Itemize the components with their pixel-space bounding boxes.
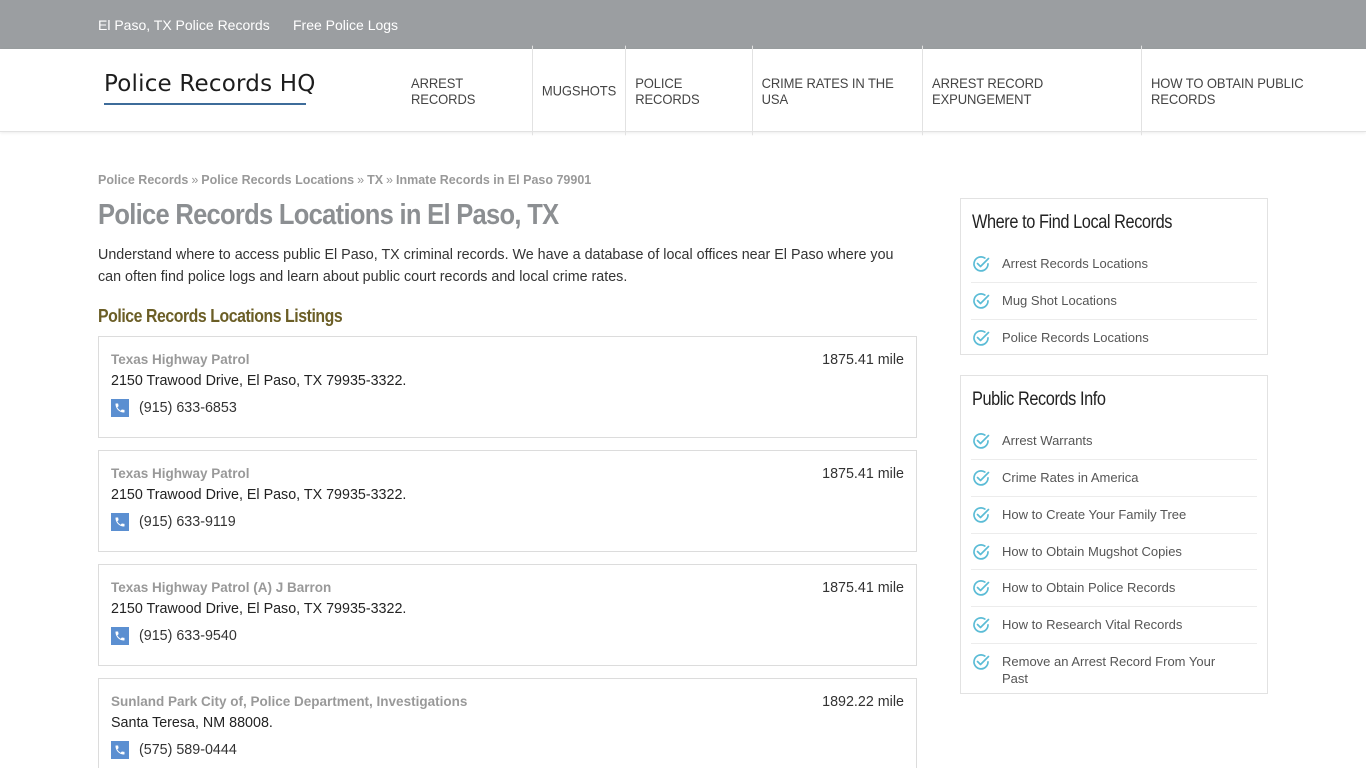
listing-card: Texas Highway Patrol 1875.41 mile 2150 T… <box>98 336 917 438</box>
site-header: Police Records HQ ARREST RECORDS MUGSHOT… <box>0 45 1366 136</box>
listing-name[interactable]: Sunland Park City of, Police Department,… <box>111 694 467 709</box>
listing-name[interactable]: Texas Highway Patrol <box>111 466 250 481</box>
page-title: Police Records Locations in El Paso, TX <box>98 199 559 231</box>
nav-public-records[interactable]: HOW TO OBTAIN PUBLIC RECORDS <box>1142 46 1366 136</box>
listing-distance: 1892.22 mile <box>822 694 904 710</box>
widget-link-mug-shot-locations[interactable]: Mug Shot Locations <box>971 283 1257 320</box>
breadcrumb-locations[interactable]: Police Records Locations <box>201 173 354 187</box>
check-circle-icon <box>973 617 990 633</box>
breadcrumb-current: Inmate Records in El Paso 79901 <box>396 173 592 187</box>
widget-local-records: Where to Find Local Records Arrest Recor… <box>960 198 1268 355</box>
intro-text: Understand where to access public El Pas… <box>98 247 894 285</box>
breadcrumb-separator: » <box>386 173 393 187</box>
widget-link-label: How to Create Your Family Tree <box>1002 507 1187 522</box>
breadcrumb-police-records[interactable]: Police Records <box>98 173 188 187</box>
listing-card: Sunland Park City of, Police Department,… <box>98 678 917 768</box>
phone-icon <box>111 741 129 759</box>
listing-phone[interactable]: (575) 589-0444 <box>139 742 237 758</box>
nav-police-records[interactable]: POLICE RECORDS <box>626 45 753 136</box>
listing-card: Texas Highway Patrol 1875.41 mile 2150 T… <box>98 450 917 552</box>
phone-icon <box>111 627 129 645</box>
check-circle-icon <box>973 580 990 596</box>
widget-link-vital-records[interactable]: How to Research Vital Records <box>971 607 1257 644</box>
widget-link-label: How to Obtain Police Records <box>1002 580 1176 595</box>
topbar-link-free-police-logs[interactable]: Free Police Logs <box>293 17 398 33</box>
breadcrumb-tx[interactable]: TX <box>367 173 383 187</box>
widget-link-police-records-locations[interactable]: Police Records Locations <box>971 320 1257 356</box>
section-title: Police Records Locations Listings <box>98 306 343 326</box>
site-logo[interactable]: Police Records HQ <box>104 71 316 97</box>
top-bar: El Paso, TX Police Records Free Police L… <box>0 0 1366 49</box>
listing-phone[interactable]: (915) 633-6853 <box>139 400 237 416</box>
listing-distance: 1875.41 mile <box>822 352 904 368</box>
listing-distance: 1875.41 mile <box>822 466 904 482</box>
check-circle-icon <box>973 330 990 346</box>
listing-address: Santa Teresa, NM 88008. <box>111 715 273 731</box>
widget-link-remove-arrest-record[interactable]: Remove an Arrest Record From Your Past <box>971 644 1257 694</box>
widget-link-label: How to Research Vital Records <box>1002 617 1183 632</box>
listing-phone[interactable]: (915) 633-9119 <box>139 514 236 530</box>
widget-link-label: Arrest Warrants <box>1002 433 1093 448</box>
widget-link-label: Mug Shot Locations <box>1002 293 1117 308</box>
phone-icon <box>111 399 129 417</box>
logo-underline <box>104 103 306 105</box>
listing-name[interactable]: Texas Highway Patrol <box>111 352 250 367</box>
check-circle-icon <box>973 507 990 523</box>
widget-title: Where to Find Local Records <box>972 212 1173 233</box>
widget-title: Public Records Info <box>972 389 1106 410</box>
widget-link-arrest-records-locations[interactable]: Arrest Records Locations <box>971 246 1257 283</box>
listing-card: Texas Highway Patrol (A) J Barron 1875.4… <box>98 564 917 666</box>
main-nav: ARREST RECORDS MUGSHOTS POLICE RECORDS C… <box>402 45 1366 136</box>
widget-link-arrest-warrants[interactable]: Arrest Warrants <box>971 423 1257 460</box>
breadcrumb-separator: » <box>357 173 365 187</box>
widget-public-records-info: Public Records Info Arrest Warrants Crim… <box>960 375 1268 694</box>
listing-phone[interactable]: (915) 633-9540 <box>139 628 237 644</box>
widget-link-crime-rates[interactable]: Crime Rates in America <box>971 460 1257 497</box>
check-circle-icon <box>973 256 990 272</box>
nav-crime-rates[interactable]: CRIME RATES IN THE USA <box>753 45 924 136</box>
check-circle-icon <box>973 433 990 449</box>
widget-link-label: How to Obtain Mugshot Copies <box>1002 544 1182 559</box>
breadcrumb-separator: » <box>191 173 199 187</box>
widget-link-mugshot-copies[interactable]: How to Obtain Mugshot Copies <box>971 534 1257 570</box>
nav-mugshots[interactable]: MUGSHOTS <box>533 45 627 136</box>
widget-link-label: Arrest Records Locations <box>1002 256 1148 271</box>
nav-expungement[interactable]: ARREST RECORD EXPUNGEMENT <box>923 45 1142 136</box>
widget-link-label: Police Records Locations <box>1002 330 1149 345</box>
topbar-link-el-paso-records[interactable]: El Paso, TX Police Records <box>98 17 270 33</box>
listing-name[interactable]: Texas Highway Patrol (A) J Barron <box>111 580 331 595</box>
listing-address: 2150 Trawood Drive, El Paso, TX 79935-33… <box>111 601 407 617</box>
check-circle-icon <box>973 470 990 486</box>
widget-link-label: Crime Rates in America <box>1002 470 1139 485</box>
phone-icon <box>111 513 129 531</box>
widget-link-police-records[interactable]: How to Obtain Police Records <box>971 570 1257 607</box>
widget-link-family-tree[interactable]: How to Create Your Family Tree <box>971 497 1257 534</box>
breadcrumb: Police Records» Police Records Locations»… <box>98 173 591 187</box>
check-circle-icon <box>973 293 990 309</box>
listing-address: 2150 Trawood Drive, El Paso, TX 79935-33… <box>111 487 407 503</box>
listing-distance: 1875.41 mile <box>822 580 904 596</box>
listing-address: 2150 Trawood Drive, El Paso, TX 79935-33… <box>111 373 407 389</box>
check-circle-icon <box>973 544 990 560</box>
nav-arrest-records[interactable]: ARREST RECORDS <box>402 45 533 136</box>
check-circle-icon <box>973 654 990 670</box>
widget-link-label: Remove an Arrest Record From Your Past <box>1002 654 1216 686</box>
